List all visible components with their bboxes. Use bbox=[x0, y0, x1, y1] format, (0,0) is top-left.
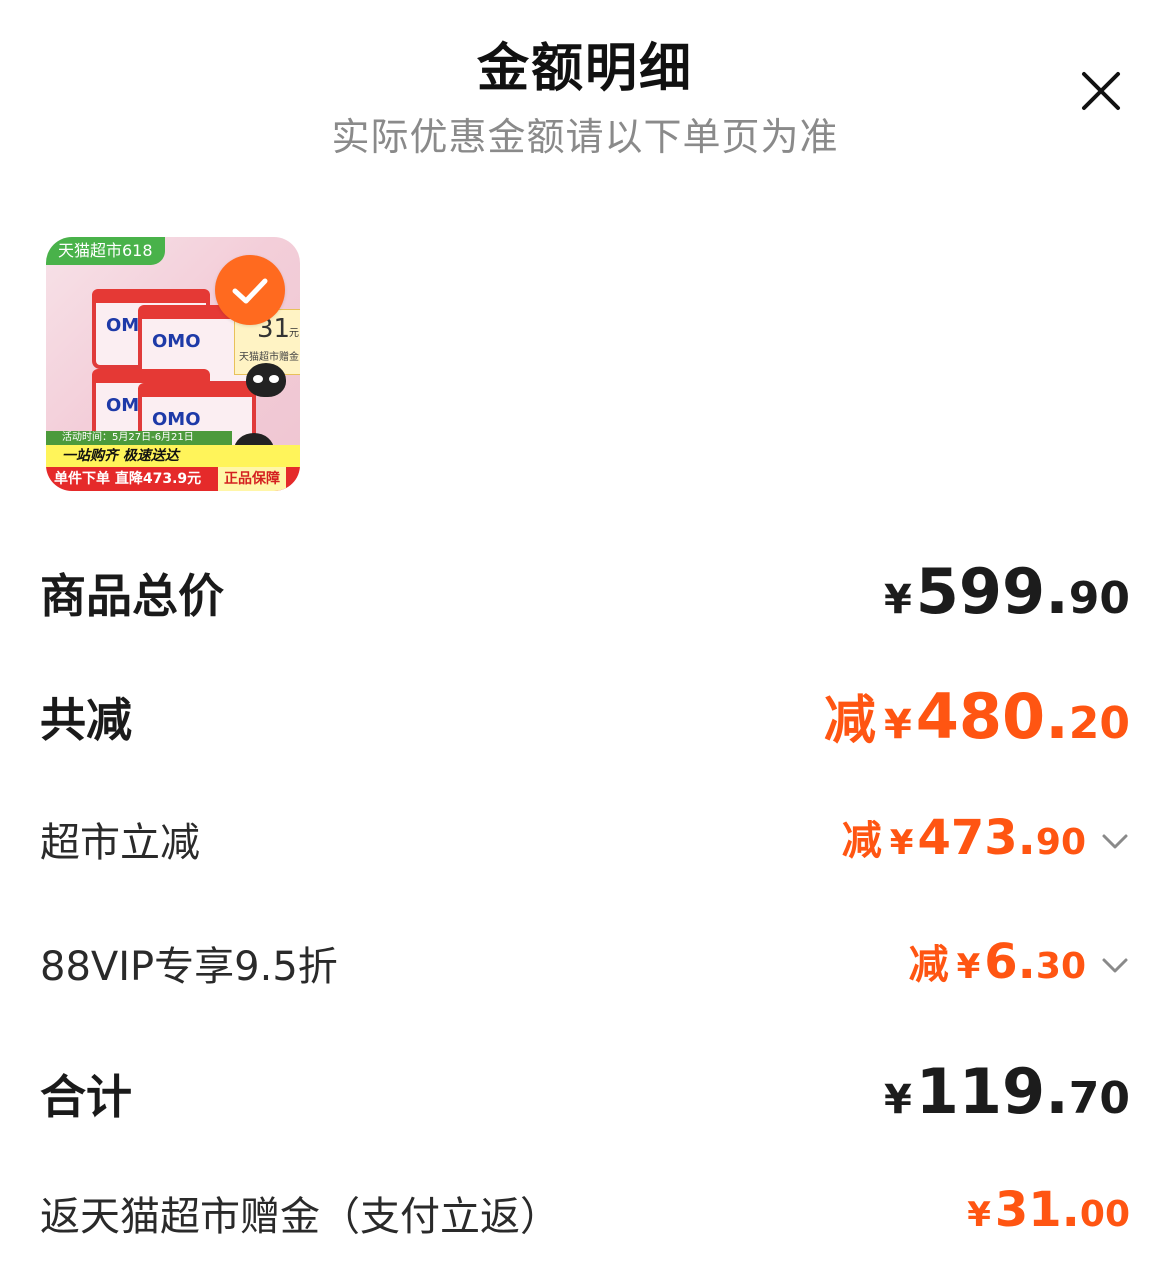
currency-symbol: ¥ bbox=[956, 947, 981, 987]
amount-integer: 119. bbox=[915, 1055, 1069, 1128]
vip-discount-row[interactable]: 88VIP专享9.5折 减 ¥ 6. 30 bbox=[40, 932, 1130, 990]
vip-discount-value: 减 ¥ 6. 30 bbox=[909, 932, 1130, 990]
tmall-cat-icon bbox=[246, 363, 286, 397]
header: 金额明细 实际优惠金额请以下单页为准 bbox=[0, 0, 1170, 200]
total-discount-value: 减 ¥ 480. 20 bbox=[824, 678, 1130, 753]
currency-symbol: ¥ bbox=[883, 1077, 912, 1123]
amount-integer: 480. bbox=[915, 680, 1069, 753]
promo-banner: 单件下单 直降473.9元 正品保障 bbox=[46, 467, 300, 491]
rebate-row-value: ¥ 31. 00 bbox=[967, 1182, 1130, 1238]
total-discount-row: 共减 减 ¥ 480. 20 bbox=[40, 678, 1130, 753]
close-button[interactable] bbox=[1078, 68, 1124, 114]
amount-integer: 31. bbox=[994, 1182, 1080, 1238]
currency-symbol: ¥ bbox=[967, 1195, 991, 1235]
rebate-row: 返天猫超市赠金（支付立返） ¥ 31. 00 bbox=[40, 1182, 1130, 1240]
discount-prefix: 减 bbox=[841, 818, 882, 864]
sum-value: ¥ 119. 70 bbox=[884, 1055, 1130, 1128]
pack-logo: OMO bbox=[152, 409, 201, 430]
amount-decimal: 90 bbox=[1035, 822, 1086, 863]
amount-integer: 473. bbox=[917, 810, 1036, 866]
currency-symbol: ¥ bbox=[883, 702, 912, 748]
amount-decimal: 00 bbox=[1079, 1194, 1130, 1235]
currency-symbol: ¥ bbox=[883, 577, 912, 623]
rebate-unit: 元 bbox=[289, 328, 299, 339]
supermarket-discount-label: 超市立减 bbox=[40, 820, 200, 866]
rebate-row-label: 返天猫超市赠金（支付立返） bbox=[40, 1194, 560, 1240]
total-discount-label: 共减 bbox=[40, 693, 132, 747]
brand-tag: 天猫超市618 bbox=[46, 237, 165, 265]
amount-integer: 599. bbox=[915, 555, 1069, 628]
amount-decimal: 20 bbox=[1068, 698, 1130, 749]
total-price-label: 商品总价 bbox=[40, 569, 224, 623]
page-subtitle: 实际优惠金额请以下单页为准 bbox=[331, 115, 839, 159]
close-icon bbox=[1082, 72, 1120, 110]
total-price-value: ¥ 599. 90 bbox=[884, 555, 1130, 628]
chevron-down-icon[interactable] bbox=[1100, 950, 1130, 980]
sum-row: 合计 ¥ 119. 70 bbox=[40, 1055, 1130, 1128]
check-icon bbox=[232, 278, 268, 304]
page-title: 金额明细 bbox=[476, 39, 693, 99]
select-checkbox[interactable] bbox=[215, 255, 285, 325]
pack-logo: OMO bbox=[152, 331, 201, 352]
supermarket-discount-value: 减 ¥ 473. 90 bbox=[842, 808, 1130, 866]
discount-prefix: 减 bbox=[823, 691, 876, 751]
sum-label: 合计 bbox=[40, 1070, 132, 1124]
amount-decimal: 30 bbox=[1035, 946, 1086, 987]
promo-discount-text: 单件下单 直降473.9元 bbox=[54, 471, 202, 487]
vip-discount-label: 88VIP专享9.5折 bbox=[40, 944, 338, 990]
discount-prefix: 减 bbox=[908, 942, 949, 988]
promo-guarantee-text: 正品保障 bbox=[218, 467, 286, 491]
promo-slogan: 一站购齐 极速送达 bbox=[46, 445, 300, 467]
total-price-row: 商品总价 ¥ 599. 90 bbox=[40, 555, 1130, 628]
promo-date: 活动时间：5月27日-6月21日 bbox=[46, 431, 232, 445]
currency-symbol: ¥ bbox=[889, 823, 914, 863]
amount-decimal: 70 bbox=[1068, 1073, 1130, 1124]
amount-decimal: 90 bbox=[1068, 573, 1130, 624]
chevron-down-icon[interactable] bbox=[1100, 826, 1130, 856]
rebate-label: 天猫超市赠金 bbox=[239, 352, 299, 363]
amount-integer: 6. bbox=[984, 934, 1036, 990]
supermarket-discount-row[interactable]: 超市立减 减 ¥ 473. 90 bbox=[40, 808, 1130, 866]
